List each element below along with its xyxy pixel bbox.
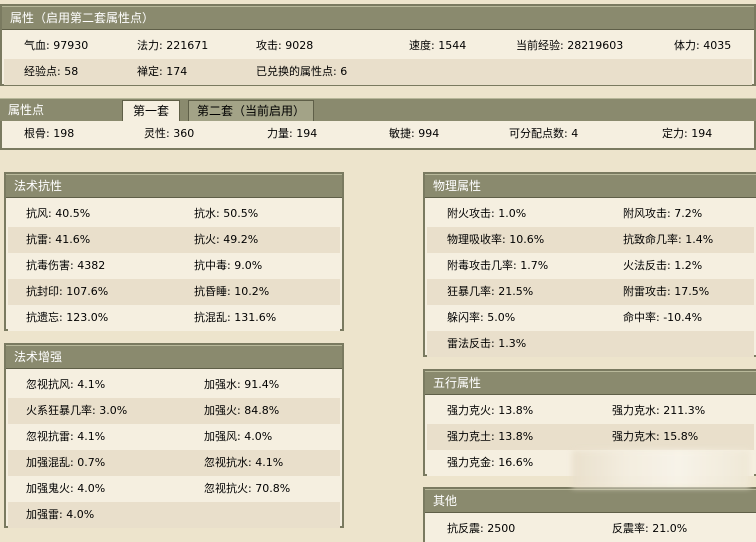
phys-fire-counter: 火法反击: 1.2%: [623, 259, 703, 272]
boost-ignore-wind: 忽视抗风: 4.1%: [26, 378, 106, 391]
phys-thunder-attack: 附雷攻击: 17.5%: [623, 285, 710, 298]
physical-row: 雷法反击: 1.3%: [427, 331, 754, 357]
physical-row: 躲闪率: 5.0% 命中率: -10.4%: [427, 305, 754, 331]
tab-set-one[interactable]: 第一套: [122, 100, 180, 122]
blurred-overlay: [572, 450, 750, 488]
resist-chaos: 抗混乱: 131.6%: [194, 311, 277, 324]
points-title: 属性点: [0, 98, 756, 122]
boost-fire: 加强火: 84.8%: [204, 404, 280, 417]
physical-panel: 物理属性 附火攻击: 1.0% 附风攻击: 7.2% 物理吸收率: 10.6% …: [423, 172, 756, 357]
boost-thunder: 加强雷: 4.0%: [26, 508, 95, 521]
physical-row: 附火攻击: 1.0% 附风攻击: 7.2%: [427, 201, 754, 227]
boost-ignore-thunder: 忽视抗雷: 4.1%: [26, 430, 106, 443]
stat-meditation: 禅定: 174: [137, 65, 188, 78]
elem-vs-earth: 强力克土: 13.8%: [447, 430, 534, 443]
boost-ignore-water: 忽视抗水: 4.1%: [204, 456, 284, 469]
point-focus: 定力: 194: [662, 127, 713, 140]
phys-fire-attack: 附火攻击: 1.0%: [447, 207, 527, 220]
magic-boost-row: 忽视抗雷: 4.1% 加强风: 4.0%: [8, 424, 340, 450]
magic-boost-panel: 法术增强 忽视抗风: 4.1% 加强水: 91.4% 火系狂暴几率: 3.0% …: [4, 343, 344, 528]
five-elements-row: 强力克火: 13.8% 强力克水: 211.3%: [427, 398, 754, 424]
other-panel: 其他 抗反震: 2500 反震率: 21.0%: [423, 487, 756, 542]
phys-thunder-counter: 雷法反击: 1.3%: [447, 337, 527, 350]
points-panel: 根骨: 198 灵性: 360 力量: 194 敏捷: 994 可分配点数: 4…: [0, 121, 756, 150]
tab-set-two[interactable]: 第二套（当前启用）: [188, 100, 314, 122]
magic-boost-row: 加强雷: 4.0%: [8, 502, 340, 528]
boost-chaos: 加强混乱: 0.7%: [26, 456, 106, 469]
physical-row: 狂暴几率: 21.5% 附雷攻击: 17.5%: [427, 279, 754, 305]
resist-fire: 抗火: 49.2%: [194, 233, 259, 246]
other-counter-rate: 反震率: 21.0%: [612, 522, 688, 535]
point-spirit: 灵性: 360: [144, 127, 195, 140]
stat-stamina: 体力: 4035: [674, 39, 732, 52]
elem-vs-water: 强力克水: 211.3%: [612, 404, 706, 417]
phys-dodge: 躲闪率: 5.0%: [447, 311, 516, 324]
boost-ignore-fire: 忽视抗火: 70.8%: [204, 482, 291, 495]
point-strength: 力量: 194: [267, 127, 318, 140]
attributes-title: 属性（启用第二套属性点）: [2, 6, 754, 30]
stat-hp: 气血: 97930: [24, 39, 89, 52]
resist-seal: 抗封印: 107.6%: [26, 285, 109, 298]
attributes-panel: 属性（启用第二套属性点） 气血: 97930 法力: 221671 攻击: 90…: [0, 4, 756, 86]
boost-ghost-fire: 加强鬼火: 4.0%: [26, 482, 106, 495]
stat-attack: 攻击: 9028: [256, 39, 314, 52]
stat-current-exp: 当前经验: 28219603: [516, 39, 624, 52]
resist-wind: 抗风: 40.5%: [26, 207, 91, 220]
other-anti-counter: 抗反震: 2500: [447, 522, 516, 535]
phys-wind-attack: 附风攻击: 7.2%: [623, 207, 703, 220]
resist-sleep: 抗昏睡: 10.2%: [194, 285, 270, 298]
point-constitution: 根骨: 198: [24, 127, 75, 140]
boost-wind: 加强风: 4.0%: [204, 430, 273, 443]
magic-resist-panel: 法术抗性 抗风: 40.5% 抗水: 50.5% 抗雷: 41.6% 抗火: 4…: [4, 172, 344, 331]
five-elements-row: 强力克土: 13.8% 强力克木: 15.8%: [427, 424, 754, 450]
phys-poison-attack: 附毒攻击几率: 1.7%: [447, 259, 549, 272]
magic-boost-row: 忽视抗风: 4.1% 加强水: 91.4%: [8, 372, 340, 398]
resist-thunder: 抗雷: 41.6%: [26, 233, 91, 246]
stat-mp: 法力: 221671: [137, 39, 209, 52]
magic-resist-row: 抗遗忘: 123.0% 抗混乱: 131.6%: [8, 305, 340, 331]
phys-rage: 狂暴几率: 21.5%: [447, 285, 534, 298]
point-unassigned: 可分配点数: 4: [509, 127, 579, 140]
elem-vs-wood: 强力克木: 15.8%: [612, 430, 699, 443]
boost-water: 加强水: 91.4%: [204, 378, 280, 391]
magic-resist-row: 抗风: 40.5% 抗水: 50.5%: [8, 201, 340, 227]
elem-vs-metal: 强力克金: 16.6%: [447, 456, 534, 469]
magic-resist-row: 抗雷: 41.6% 抗火: 49.2%: [8, 227, 340, 253]
boost-fire-rage: 火系狂暴几率: 3.0%: [26, 404, 128, 417]
magic-resist-row: 抗封印: 107.6% 抗昏睡: 10.2%: [8, 279, 340, 305]
resist-poison-damage: 抗毒伤害: 4382: [26, 259, 106, 272]
phys-absorb: 物理吸收率: 10.6%: [447, 233, 545, 246]
attributes-row-2: 经验点: 58 禅定: 174 已兑换的属性点: 6: [4, 59, 752, 85]
elem-vs-fire: 强力克火: 13.8%: [447, 404, 534, 417]
other-title: 其他: [425, 489, 756, 513]
physical-row: 物理吸收率: 10.6% 抗致命几率: 1.4%: [427, 227, 754, 253]
stat-exp-points: 经验点: 58: [24, 65, 79, 78]
attributes-row-1: 气血: 97930 法力: 221671 攻击: 9028 速度: 1544 当…: [4, 33, 752, 59]
five-elements-title: 五行属性: [425, 371, 756, 395]
resist-forget: 抗遗忘: 123.0%: [26, 311, 109, 324]
physical-row: 附毒攻击几率: 1.7% 火法反击: 1.2%: [427, 253, 754, 279]
magic-boost-row: 火系狂暴几率: 3.0% 加强火: 84.8%: [8, 398, 340, 424]
magic-resist-title: 法术抗性: [6, 174, 342, 198]
phys-hit: 命中率: -10.4%: [623, 311, 703, 324]
other-row: 抗反震: 2500 反震率: 21.0%: [427, 516, 754, 542]
resist-poison: 抗中毒: 9.0%: [194, 259, 263, 272]
magic-boost-title: 法术增强: [6, 345, 342, 369]
physical-title: 物理属性: [425, 174, 756, 198]
magic-resist-row: 抗毒伤害: 4382 抗中毒: 9.0%: [8, 253, 340, 279]
stat-speed: 速度: 1544: [409, 39, 467, 52]
point-agility: 敏捷: 994: [389, 127, 440, 140]
phys-anti-crit: 抗致命几率: 1.4%: [623, 233, 714, 246]
magic-boost-row: 加强混乱: 0.7% 忽视抗水: 4.1%: [8, 450, 340, 476]
points-row: 根骨: 198 灵性: 360 力量: 194 敏捷: 994 可分配点数: 4…: [4, 121, 752, 146]
resist-water: 抗水: 50.5%: [194, 207, 259, 220]
stat-exchanged-points: 已兑换的属性点: 6: [256, 65, 348, 78]
magic-boost-row: 加强鬼火: 4.0% 忽视抗火: 70.8%: [8, 476, 340, 502]
